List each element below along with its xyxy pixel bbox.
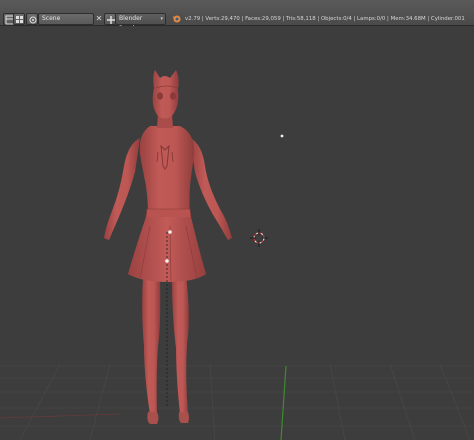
- object-origin-point[interactable]: [168, 230, 172, 234]
- 3d-viewport[interactable]: [0, 26, 474, 440]
- floor-grid: [0, 363, 474, 440]
- scene-icon: [29, 16, 37, 24]
- info-header: Scene ✕ Blender Render ▾ v2.79 | Verts:2…: [0, 0, 474, 32]
- scene-delete-button[interactable]: ✕: [94, 13, 104, 25]
- scene-browse-button[interactable]: [26, 13, 38, 25]
- lamp-point-icon[interactable]: [280, 134, 284, 138]
- object-origin-point[interactable]: [165, 259, 169, 263]
- scene-statistics: v2.79 | Verts:29,470 | Faces:29,059 | Tr…: [185, 16, 465, 22]
- character-model[interactable]: [104, 70, 232, 424]
- chevron-down-icon: ▾: [160, 16, 163, 22]
- grid-icon: [16, 16, 23, 23]
- blender-logo-icon: [172, 15, 181, 23]
- 3d-cursor-icon[interactable]: [250, 229, 268, 247]
- browse-screen-button[interactable]: [13, 13, 25, 25]
- render-engine-dropdown[interactable]: Blender Render ▾: [115, 13, 166, 32]
- y-axis-line: [280, 365, 287, 440]
- scene-name-field[interactable]: Scene: [38, 13, 94, 25]
- x-axis-line: [0, 413, 121, 419]
